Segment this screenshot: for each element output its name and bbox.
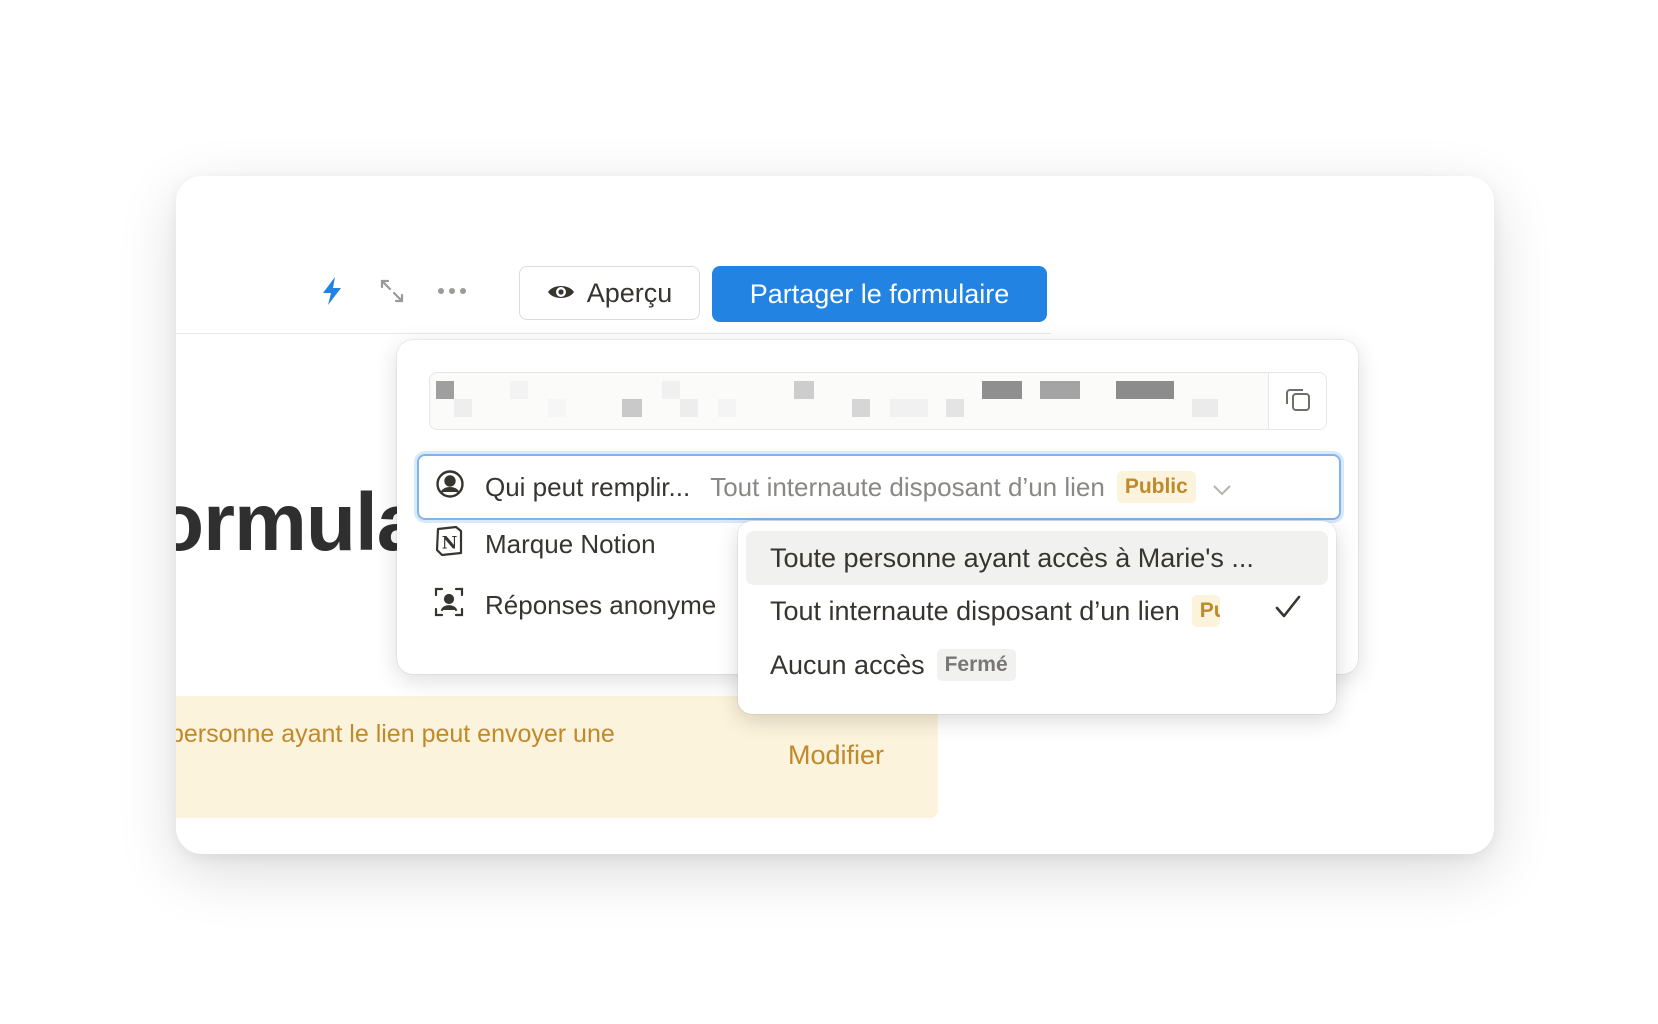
notion-branding-option[interactable]: N Marque Notion — [433, 524, 656, 564]
closed-badge: Fermé — [936, 649, 1016, 681]
public-badge: Public — [1116, 471, 1196, 503]
notion-branding-label: Marque Notion — [485, 528, 656, 559]
dropdown-option-label: Aucun accès — [770, 649, 925, 680]
chevron-down-icon — [1212, 472, 1232, 503]
who-label: Qui peut remplir... — [485, 471, 691, 502]
access-banner: personne ayant le lien peut envoyer une … — [176, 696, 938, 818]
dropdown-option-workspace[interactable]: Toute personne ayant accès à Marie's ... — [746, 531, 1328, 585]
checkmark-icon — [1274, 594, 1302, 627]
copy-link-button[interactable] — [1268, 373, 1326, 429]
banner-text: personne ayant le lien peut envoyer une — [176, 720, 615, 748]
public-badge: Pu — [1191, 595, 1220, 627]
app-window: Aperçu Partager le formulaire ormula per… — [176, 176, 1494, 854]
expand-icon[interactable] — [374, 273, 410, 309]
who-value: Tout internaute disposant d’un lien — [710, 471, 1105, 502]
access-dropdown-menu: Toute personne ayant accès à Marie's ...… — [738, 521, 1336, 714]
anonymous-responses-label: Réponses anonyme — [485, 589, 717, 620]
share-form-button[interactable]: Partager le formulaire — [712, 266, 1047, 322]
toolbar-divider — [176, 333, 1051, 334]
modify-button[interactable]: Modifier — [788, 740, 884, 771]
copy-icon — [1284, 385, 1312, 418]
notion-logo-icon: N — [433, 525, 465, 564]
eye-icon — [547, 278, 575, 309]
anonymous-user-icon — [433, 586, 465, 625]
share-form-label: Partager le formulaire — [749, 278, 1010, 309]
preview-button[interactable]: Aperçu — [519, 266, 700, 320]
dropdown-option-label: Toute personne ayant accès à Marie's ... — [770, 542, 1254, 573]
who-can-fill-select[interactable]: Qui peut remplir... Tout internaute disp… — [417, 454, 1341, 520]
dropdown-option-no-access[interactable]: Aucun accès Fermé — [746, 638, 1328, 692]
anonymous-responses-option[interactable]: Réponses anonyme — [433, 585, 716, 625]
dropdown-option-label: Tout internaute disposant d’un lien — [770, 595, 1180, 626]
more-icon[interactable] — [434, 273, 470, 309]
svg-text:N: N — [442, 533, 458, 553]
page-title: ormula — [176, 477, 422, 568]
user-circle-icon — [435, 469, 465, 506]
share-url-field[interactable] — [429, 372, 1327, 430]
preview-label: Aperçu — [586, 277, 673, 308]
dropdown-option-public-link[interactable]: Tout internaute disposant d’un lien Pu — [746, 584, 1328, 638]
bolt-icon[interactable] — [314, 273, 350, 309]
